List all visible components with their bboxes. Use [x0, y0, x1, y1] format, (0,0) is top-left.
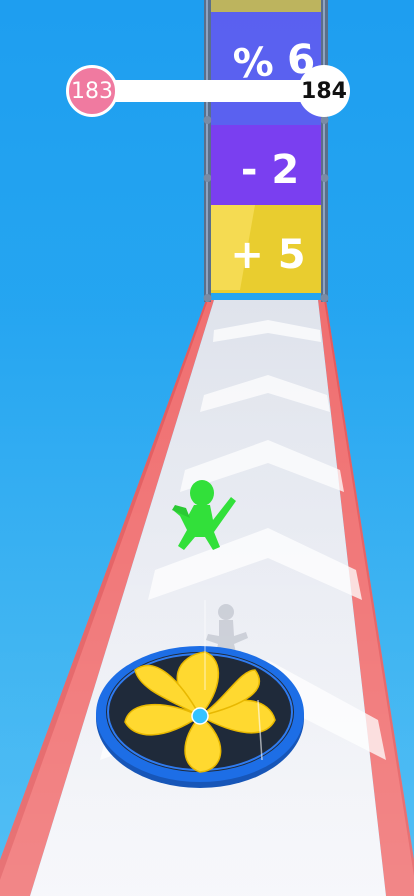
- gate-label-add: + 5: [230, 232, 305, 278]
- next-level-badge: 184: [298, 65, 350, 117]
- gate-label-subtract: - 2: [241, 147, 299, 193]
- level-progress-hud: 183 184: [0, 0, 414, 140]
- current-level-badge: 183: [66, 65, 118, 117]
- level-progress-bar: [96, 80, 314, 102]
- track-shading: [0, 300, 414, 896]
